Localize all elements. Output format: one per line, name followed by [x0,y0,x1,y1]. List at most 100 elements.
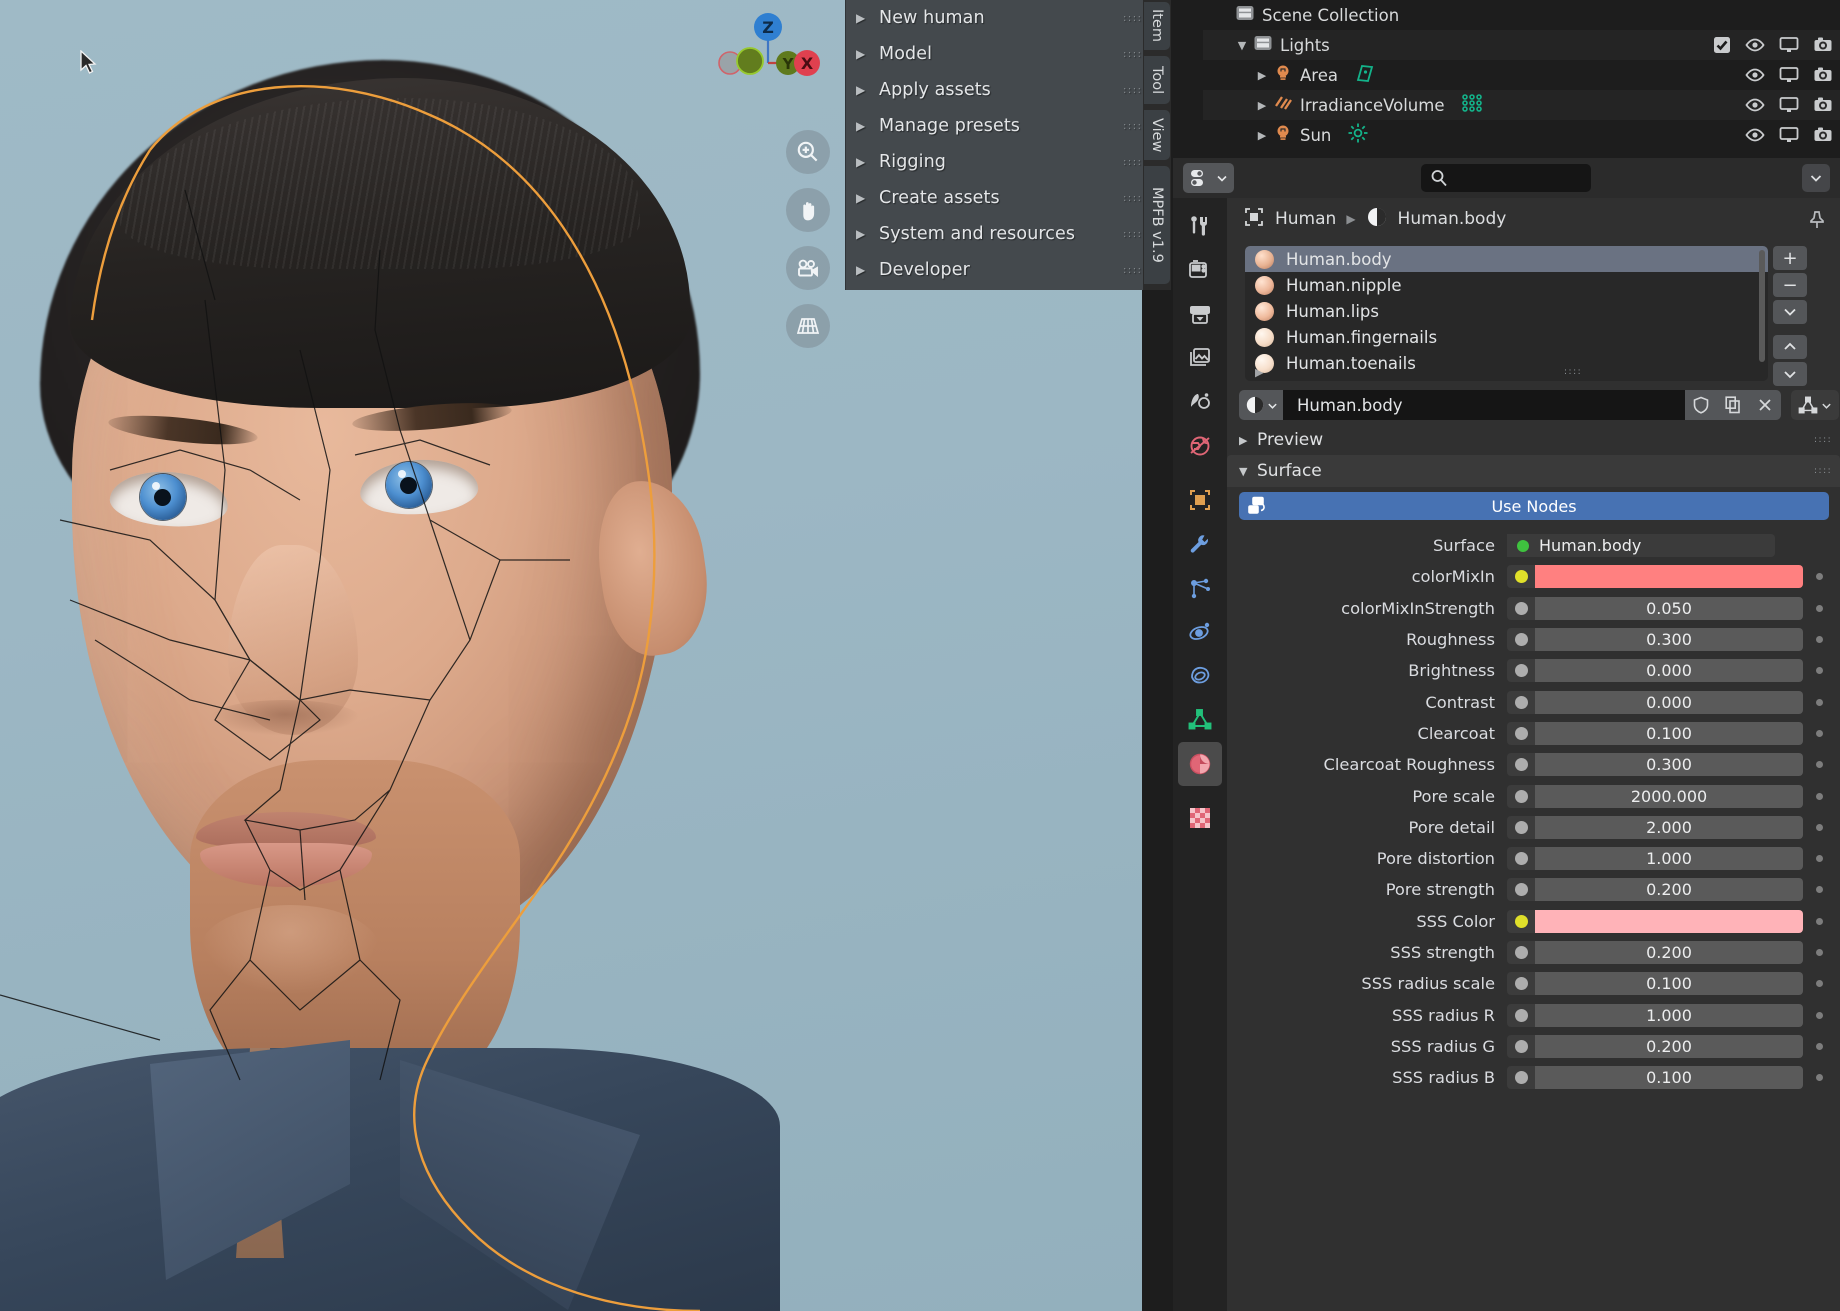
sidebar-tab-strip[interactable]: Item Tool View MPFB v1.9 [1143,0,1171,290]
camera-icon[interactable] [786,246,830,290]
eye-icon[interactable] [1745,37,1765,53]
eye-icon[interactable] [1745,67,1765,83]
filter-dropdown-button[interactable] [1802,164,1830,192]
mpfb-sidebar[interactable]: ▶ New human :::: ▶ Model :::: ▶ Apply as… [845,0,1143,290]
animate-property-dot[interactable] [1816,1011,1823,1019]
property-row-surface[interactable]: Surface Human.body [1227,530,1840,561]
shield-icon[interactable] [1685,390,1717,420]
property-row-colormixinstrength[interactable]: colorMixInStrength 0.050 [1227,593,1840,624]
input-socket[interactable] [1507,784,1535,808]
move-icon[interactable] [786,188,830,232]
input-socket[interactable] [1507,941,1535,964]
close-icon[interactable] [1749,390,1781,420]
number-field[interactable]: 0.100 [1535,721,1803,745]
tab-mpfb[interactable]: MPFB v1.9 [1144,166,1170,284]
color-swatch[interactable] [1535,565,1803,589]
remove-material-slot-button[interactable]: − [1773,273,1807,297]
chevron-right-icon[interactable]: ▶ [1251,69,1273,82]
number-field[interactable]: 1.000 [1535,847,1803,871]
mpfb-item-create-assets[interactable]: ▶ Create assets :::: [846,180,1143,216]
mpfb-item-developer[interactable]: ▶ Developer :::: [846,252,1143,288]
object-icon[interactable] [1178,478,1222,522]
mpfb-item-manage-presets[interactable]: ▶ Manage presets :::: [846,108,1143,144]
input-socket[interactable] [1507,690,1535,714]
outliner-row-scene-collection[interactable]: Scene Collection [1203,0,1840,30]
eye-icon[interactable] [1745,127,1765,143]
use-nodes-button[interactable]: Use Nodes [1239,492,1829,520]
property-row-clearcoat-roughness[interactable]: Clearcoat Roughness 0.300 [1227,749,1840,780]
mpfb-item-model[interactable]: ▶ Model :::: [846,36,1143,72]
animate-property-dot[interactable] [1816,917,1823,925]
animate-property-dot[interactable] [1816,667,1823,675]
property-row-colormixin[interactable]: colorMixIn [1227,561,1840,592]
material-slot-row[interactable]: Human.body [1245,246,1768,272]
number-field[interactable]: 0.200 [1535,878,1803,902]
animate-property-dot[interactable] [1816,1074,1823,1082]
number-field[interactable]: 0.200 [1535,941,1803,964]
number-field[interactable]: 0.300 [1535,628,1803,652]
number-field[interactable]: 1.000 [1535,1003,1803,1027]
monitor-icon[interactable] [1779,36,1799,54]
drag-grip-icon[interactable]: :::: [1814,436,1831,445]
move-slot-up-button[interactable] [1773,335,1807,359]
orthographic-icon[interactable] [786,304,830,348]
property-row-pore-detail[interactable]: Pore detail 2.000 [1227,812,1840,843]
panel-header-surface[interactable]: ▼ Surface :::: [1227,455,1840,487]
property-row-roughness[interactable]: Roughness 0.300 [1227,624,1840,655]
surface-shader-field[interactable]: Human.body [1507,534,1775,558]
search-input[interactable] [1421,164,1591,192]
data-icon[interactable] [1178,698,1222,742]
properties-editor[interactable]: Human ▶ Human.body Human.body Human.nipp… [1173,158,1840,1311]
camera-render-icon[interactable] [1813,36,1833,54]
outliner-row-irradiancevolume[interactable]: ▶ IrradianceVolume [1203,90,1840,120]
outliner-row-sun[interactable]: ▶ Sun [1203,120,1840,150]
copy-icon[interactable] [1717,390,1749,420]
material-slot-list[interactable]: Human.body Human.nipple Human.lips Human… [1245,246,1768,381]
input-socket[interactable] [1507,909,1535,933]
animate-property-dot[interactable] [1816,729,1823,737]
property-row-sss-radius-r[interactable]: SSS radius R 1.000 [1227,999,1840,1030]
particles-icon[interactable] [1178,566,1222,610]
camera-render-icon[interactable] [1813,126,1833,144]
input-socket[interactable] [1507,815,1535,839]
eye-icon[interactable] [1745,97,1765,113]
number-field[interactable]: 0.000 [1535,659,1803,683]
input-socket[interactable] [1507,847,1535,871]
mpfb-item-new-human[interactable]: ▶ New human :::: [846,0,1143,36]
panel-header-preview[interactable]: ▶ Preview :::: [1227,424,1840,456]
input-socket[interactable] [1507,596,1535,620]
animate-property-dot[interactable] [1816,1042,1823,1050]
world-icon[interactable] [1178,424,1222,468]
tab-item[interactable]: Item [1144,2,1170,50]
editor-type-button[interactable] [1183,163,1234,193]
property-row-pore-strength[interactable]: Pore strength 0.200 [1227,874,1840,905]
input-socket[interactable] [1507,1066,1535,1090]
outliner-row-lights[interactable]: ▼ Lights [1203,30,1840,60]
add-material-slot-button[interactable]: + [1773,246,1807,270]
material-icon[interactable] [1178,742,1222,786]
property-row-sss-strength[interactable]: SSS strength 0.200 [1227,937,1840,968]
render-icon[interactable] [1178,248,1222,292]
animate-property-dot[interactable] [1816,573,1823,581]
material-name-input[interactable]: Human.body [1283,390,1685,420]
browse-material-button[interactable] [1239,390,1283,420]
animate-property-dot[interactable] [1816,886,1823,894]
input-socket[interactable] [1507,565,1535,589]
outliner-row-area[interactable]: ▶ Area [1203,60,1840,90]
mpfb-item-system-and-resources[interactable]: ▶ System and resources :::: [846,216,1143,252]
property-row-pore-distortion[interactable]: Pore distortion 1.000 [1227,843,1840,874]
input-socket[interactable] [1507,628,1535,652]
input-socket[interactable] [1507,972,1535,996]
drag-grip-icon[interactable]: :::: [1123,157,1141,167]
material-list-scrollbar[interactable] [1759,250,1765,362]
property-row-contrast[interactable]: Contrast 0.000 [1227,686,1840,717]
chevron-right-icon[interactable]: ▶ [1251,99,1273,112]
mpfb-item-apply-assets[interactable]: ▶ Apply assets :::: [846,72,1143,108]
texture-icon[interactable] [1178,796,1222,840]
animate-property-dot[interactable] [1816,792,1823,800]
tab-view[interactable]: View [1144,110,1170,160]
input-socket[interactable] [1507,1034,1535,1058]
animate-property-dot[interactable] [1816,823,1823,831]
input-socket[interactable] [1507,721,1535,745]
drag-grip-icon[interactable]: :::: [1123,193,1141,203]
